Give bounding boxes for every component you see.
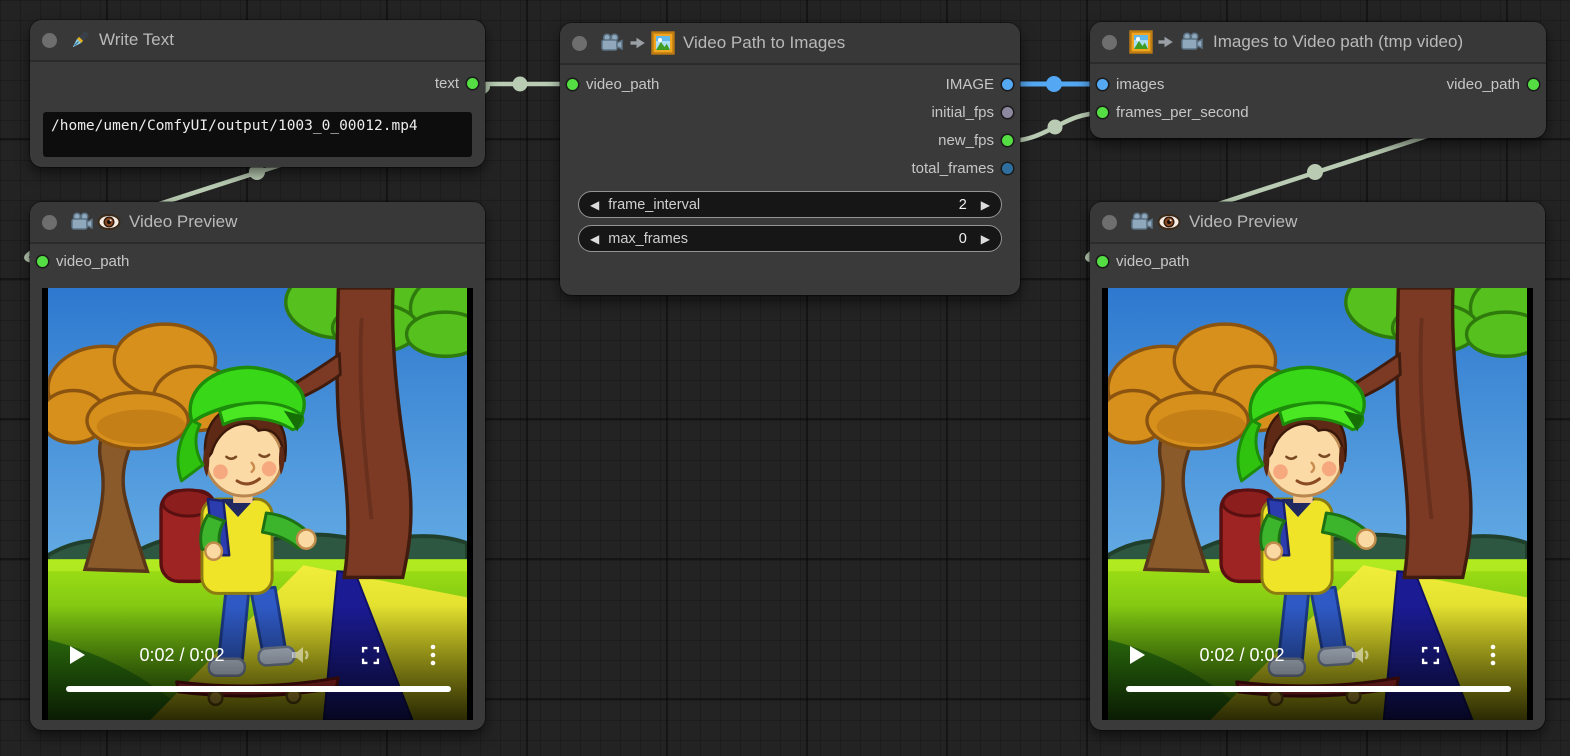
more-options-icon[interactable] [428,642,438,668]
output-port-total-frames[interactable] [1002,163,1013,174]
widget-label: max_frames [608,231,688,247]
node-write-text[interactable]: Write Text text /home/umen/ComfyUI/outpu… [30,20,485,167]
volume-icon[interactable] [288,642,314,668]
play-icon[interactable] [1128,642,1146,668]
text-path-field[interactable]: /home/umen/ComfyUI/output/1003_0_00012.m… [43,112,472,157]
output-label: text [435,75,459,92]
slot-row: initial_fps [560,98,1020,126]
output-label: total_frames [911,160,994,177]
output-label: initial_fps [931,104,994,121]
widget-label: frame_interval [608,197,700,213]
progress-bar[interactable] [1126,686,1511,692]
collapse-dot[interactable] [42,33,57,48]
decrement-arrow-icon[interactable]: ◀ [590,199,599,211]
eye-icon [97,210,121,234]
graph-canvas[interactable]: Write Text text /home/umen/ComfyUI/outpu… [0,0,1570,756]
node-header[interactable]: Images to Video path (tmp video) [1090,22,1546,64]
fullscreen-icon[interactable] [1418,642,1442,668]
output-label: video_path [1447,76,1520,93]
framed-picture-icon [1129,30,1153,54]
decrement-arrow-icon[interactable]: ◀ [590,233,599,245]
input-port-frames-per-second[interactable] [1097,107,1108,118]
slot-row: frames_per_second [1090,98,1546,126]
node-title: Video Path to Images [683,33,845,53]
collapse-dot[interactable] [572,36,587,51]
output-port-video-path[interactable] [1528,79,1539,90]
video-camera-icon [1179,30,1205,54]
slot-row: total_frames [560,154,1020,182]
max-frames-widget[interactable]: ◀ max_frames 0 ▶ [578,225,1002,252]
input-label: video_path [586,76,659,93]
input-label: video_path [1116,253,1189,270]
output-label: IMAGE [946,76,994,93]
right-arrow-icon [629,34,647,52]
output-port-image[interactable] [1002,79,1013,90]
video-controls: 0:02 / 0:02 [42,642,473,668]
input-label: frames_per_second [1116,104,1249,121]
progress-bar[interactable] [66,686,451,692]
slot-row: video_path [30,247,485,275]
slot-row: video_path IMAGE [560,70,1020,98]
node-title: Video Preview [129,212,237,232]
node-title: Write Text [99,30,174,50]
video-player[interactable]: 0:02 / 0:02 [1102,288,1533,720]
input-port-video-path[interactable] [1097,256,1108,267]
input-port-video-path[interactable] [37,256,48,267]
output-slot-text: text [30,69,485,97]
video-camera-icon [1129,210,1155,234]
time-display: 0:02 / 0:02 [1172,642,1312,668]
input-port-images[interactable] [1097,79,1108,90]
node-images-to-video-path[interactable]: Images to Video path (tmp video) images … [1090,22,1546,138]
video-controls: 0:02 / 0:02 [1102,642,1533,668]
collapse-dot[interactable] [42,215,57,230]
node-title: Images to Video path (tmp video) [1213,32,1463,52]
slot-row: video_path [1090,247,1545,275]
input-label: images [1116,76,1164,93]
output-port-text[interactable] [467,78,478,89]
node-header[interactable]: Video Preview [30,202,485,244]
collapse-dot[interactable] [1102,215,1117,230]
play-icon[interactable] [68,642,86,668]
collapse-dot[interactable] [1102,35,1117,50]
node-video-path-to-images[interactable]: Video Path to Images video_path IMAGE in… [560,23,1020,295]
node-header[interactable]: Write Text [30,20,485,62]
node-header[interactable]: Video Path to Images [560,23,1020,65]
video-player[interactable]: 0:02 / 0:02 [42,288,473,720]
output-label: new_fps [938,132,994,149]
widget-value: 2 [959,197,967,213]
node-header[interactable]: Video Preview [1090,202,1545,244]
time-display: 0:02 / 0:02 [112,642,252,668]
increment-arrow-icon[interactable]: ▶ [981,233,990,245]
increment-arrow-icon[interactable]: ▶ [981,199,990,211]
node-video-preview-right[interactable]: Video Preview video_path 0:02 / 0:02 [1090,202,1545,730]
frame-interval-widget[interactable]: ◀ frame_interval 2 ▶ [578,191,1002,218]
eye-icon [1157,210,1181,234]
video-camera-icon [69,210,95,234]
video-camera-icon [599,31,625,55]
output-port-new-fps[interactable] [1002,135,1013,146]
more-options-icon[interactable] [1488,642,1498,668]
pen-icon [69,29,91,51]
framed-picture-icon [651,31,675,55]
input-label: video_path [56,253,129,270]
output-port-initial-fps[interactable] [1002,107,1013,118]
node-title: Video Preview [1189,212,1297,232]
slot-row: new_fps [560,126,1020,154]
slot-row: images video_path [1090,70,1546,98]
fullscreen-icon[interactable] [358,642,382,668]
widget-value: 0 [959,231,967,247]
volume-icon[interactable] [1348,642,1374,668]
input-port-video_path[interactable] [567,79,578,90]
node-video-preview-left[interactable]: Video Preview video_path 0:02 / 0:02 [30,202,485,730]
right-arrow-icon [1157,33,1175,51]
